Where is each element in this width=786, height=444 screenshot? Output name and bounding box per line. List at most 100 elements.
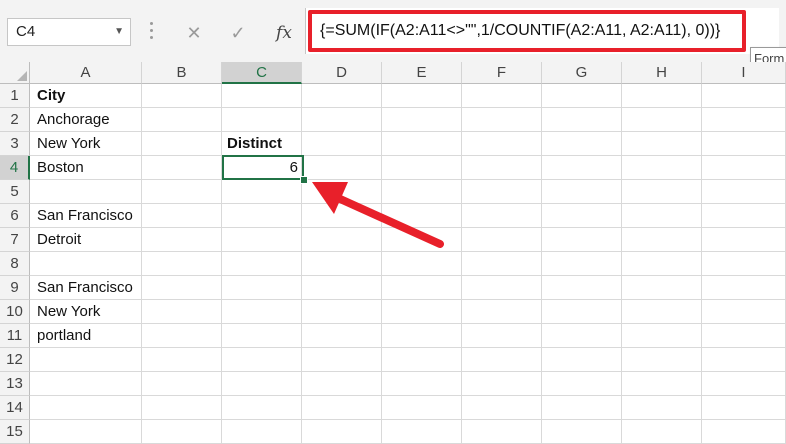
row-header[interactable]: 1 [0,84,30,108]
row-header[interactable]: 5 [0,180,30,204]
grid-cell[interactable] [702,204,786,228]
column-header-g[interactable]: G [542,62,622,84]
grid-cell[interactable] [622,180,702,204]
grid-cell[interactable] [702,324,786,348]
grid-cell[interactable] [382,420,462,444]
grid-cell[interactable] [382,324,462,348]
grid-cell[interactable] [702,348,786,372]
cell-a7[interactable]: Detroit [30,228,142,252]
grid-cell[interactable] [622,204,702,228]
grid-cell[interactable] [382,348,462,372]
grid-cell[interactable] [542,252,622,276]
grid-cell[interactable] [302,132,382,156]
grid-cell[interactable] [302,348,382,372]
grid-cell[interactable] [222,372,302,396]
grid-cell[interactable] [462,228,542,252]
grid-cell[interactable] [702,180,786,204]
grid-cell[interactable] [622,420,702,444]
name-box[interactable]: C4 ▼ [7,18,131,46]
grid-cell[interactable] [142,108,222,132]
grid-cell[interactable] [622,372,702,396]
row-header[interactable]: 8 [0,252,30,276]
cell-c3[interactable]: Distinct [222,132,302,156]
grid-cell[interactable] [702,228,786,252]
grid-cell[interactable] [702,372,786,396]
grid-cell[interactable] [382,396,462,420]
row-header[interactable]: 9 [0,276,30,300]
grid-cell[interactable] [382,180,462,204]
grid-cell[interactable] [542,372,622,396]
grid-cell[interactable] [302,420,382,444]
grid-cell[interactable] [462,324,542,348]
grid-cell[interactable] [702,420,786,444]
grid-cell[interactable] [142,84,222,108]
cell-a6[interactable]: San Francisco [30,204,142,228]
cell-a2[interactable]: Anchorage [30,108,142,132]
grid-cell[interactable] [382,300,462,324]
cell-a4[interactable]: Boston [30,156,142,180]
grid-cell[interactable] [302,108,382,132]
column-header-d[interactable]: D [302,62,382,84]
grid-cell[interactable] [702,108,786,132]
column-header-c[interactable]: C [222,62,302,84]
grid-cell[interactable] [302,180,382,204]
grid-cell[interactable] [302,300,382,324]
grid-cell[interactable] [622,324,702,348]
grid-cell[interactable] [222,84,302,108]
row-header[interactable]: 6 [0,204,30,228]
grid-cell[interactable] [302,252,382,276]
grid-cell[interactable] [142,156,222,180]
grid-cell[interactable] [542,348,622,372]
row-header[interactable]: 10 [0,300,30,324]
grid-cell[interactable] [142,228,222,252]
grid-cell[interactable] [222,396,302,420]
grid-cell[interactable] [30,252,142,276]
grid-cell[interactable] [542,84,622,108]
grid-cell[interactable] [222,276,302,300]
grid-cell[interactable] [542,108,622,132]
grid-cell[interactable] [302,204,382,228]
grid-cell[interactable] [462,396,542,420]
column-header-e[interactable]: E [382,62,462,84]
grid-cell[interactable] [382,132,462,156]
column-header-a[interactable]: A [30,62,142,84]
grid-cell[interactable] [462,156,542,180]
grid-cell[interactable] [382,228,462,252]
row-header[interactable]: 3 [0,132,30,156]
row-header[interactable]: 13 [0,372,30,396]
grid-cell[interactable] [302,372,382,396]
grid-cell[interactable] [222,180,302,204]
grid-cell[interactable] [302,396,382,420]
grid-cell[interactable] [222,420,302,444]
grid-cell[interactable] [542,324,622,348]
grid-cell[interactable] [302,84,382,108]
grid-cell[interactable] [542,180,622,204]
row-header[interactable]: 4 [0,156,30,180]
grid-cell[interactable] [142,132,222,156]
grid-cell[interactable] [142,420,222,444]
grid-cell[interactable] [382,156,462,180]
grid-cell[interactable] [30,372,142,396]
grid-cell[interactable] [622,132,702,156]
cell-a3[interactable]: New York [30,132,142,156]
grid-cell[interactable] [462,132,542,156]
cell-a9[interactable]: San Francisco [30,276,142,300]
row-header[interactable]: 11 [0,324,30,348]
grid-cell[interactable] [702,84,786,108]
cancel-icon[interactable]: ✕ [182,22,206,44]
grid-cell[interactable] [302,156,382,180]
grid-cell[interactable] [702,252,786,276]
row-header[interactable]: 14 [0,396,30,420]
select-all-button[interactable] [0,62,30,84]
grid-cell[interactable] [702,396,786,420]
grid-cell[interactable] [382,252,462,276]
cell-a10[interactable]: New York [30,300,142,324]
grid-cell[interactable] [142,180,222,204]
grid-cell[interactable] [462,348,542,372]
grid-cell[interactable] [462,180,542,204]
grid-cell[interactable] [30,420,142,444]
column-header-b[interactable]: B [142,62,222,84]
grid-cell[interactable] [462,372,542,396]
grid-cell[interactable] [542,276,622,300]
grid-cell[interactable] [142,276,222,300]
